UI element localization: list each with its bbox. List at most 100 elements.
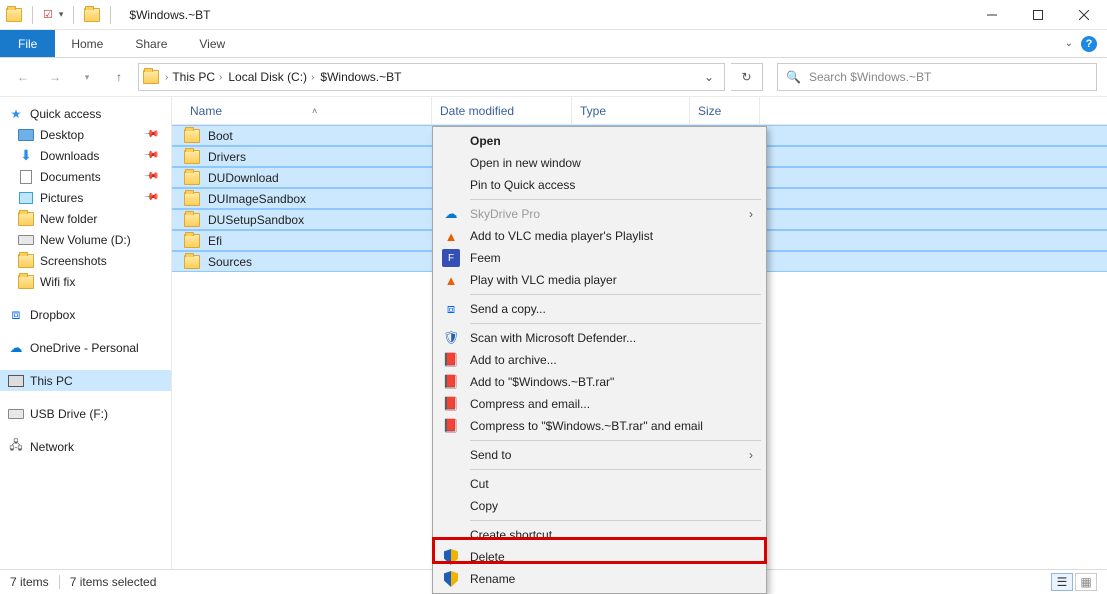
drive-icon	[18, 235, 34, 245]
sidebar-onedrive[interactable]: ☁OneDrive - Personal	[0, 337, 171, 358]
sidebar-dropbox[interactable]: ⧈Dropbox	[0, 304, 171, 325]
archive-icon: 📕	[442, 417, 460, 435]
minimize-button[interactable]	[969, 0, 1015, 30]
column-name[interactable]: Name˄	[182, 97, 432, 124]
cm-add-archive[interactable]: 📕Add to archive...	[436, 349, 763, 371]
sidebar-quick-access[interactable]: ★ Quick access	[0, 103, 171, 124]
tab-view[interactable]: View	[183, 30, 241, 57]
sidebar-wifi-fix[interactable]: Wifi fix	[0, 271, 171, 292]
search-placeholder: Search $Windows.~BT	[809, 70, 931, 84]
cm-vlc-add-playlist[interactable]: ▲Add to VLC media player's Playlist	[436, 225, 763, 247]
shield-icon	[442, 570, 460, 588]
file-tab[interactable]: File	[0, 30, 55, 57]
maximize-button[interactable]	[1015, 0, 1061, 30]
column-date[interactable]: Date modified	[432, 97, 572, 124]
pictures-icon	[19, 192, 33, 204]
shield-icon	[442, 548, 460, 566]
folder-icon	[184, 234, 200, 248]
cloud-icon: ☁	[442, 205, 460, 223]
recent-dropdown-icon[interactable]: ▾	[74, 64, 100, 90]
cm-skydrive-pro: ☁SkyDrive Pro›	[436, 203, 763, 225]
tab-share[interactable]: Share	[119, 30, 183, 57]
address-dropdown-icon[interactable]: ⌄	[698, 70, 720, 84]
ribbon-tabs: File Home Share View ⌄ ?	[0, 30, 1107, 58]
forward-button[interactable]: →	[42, 64, 68, 90]
archive-icon: 📕	[442, 395, 460, 413]
cm-open[interactable]: Open	[436, 130, 763, 152]
sidebar-desktop[interactable]: Desktop📌	[0, 124, 171, 145]
cm-send-copy[interactable]: ⧈Send a copy...	[436, 298, 763, 320]
help-icon[interactable]: ?	[1081, 36, 1097, 52]
folder-icon	[184, 213, 200, 227]
search-input[interactable]: 🔍 Search $Windows.~BT	[777, 63, 1097, 91]
cm-delete[interactable]: Delete	[436, 546, 763, 568]
qat-properties-icon[interactable]: ☑	[43, 8, 53, 21]
cm-open-new-window[interactable]: Open in new window	[436, 152, 763, 174]
star-icon: ★	[8, 106, 24, 122]
dropbox-icon: ⧈	[442, 300, 460, 318]
cm-defender-scan[interactable]: 🛡Scan with Microsoft Defender...	[436, 327, 763, 349]
folder-icon	[18, 254, 34, 268]
cm-feem[interactable]: FFeem	[436, 247, 763, 269]
sidebar-pictures[interactable]: Pictures📌	[0, 187, 171, 208]
vlc-icon: ▲	[442, 271, 460, 289]
back-button[interactable]: ←	[10, 64, 36, 90]
qat-dropdown-icon[interactable]: ▾	[59, 9, 64, 20]
sidebar-usb-drive[interactable]: USB Drive (F:)	[0, 403, 171, 424]
chevron-right-icon[interactable]: ›	[165, 72, 168, 83]
sidebar-screenshots[interactable]: Screenshots	[0, 250, 171, 271]
sidebar-new-volume[interactable]: New Volume (D:)	[0, 229, 171, 250]
document-icon	[20, 170, 32, 184]
column-size[interactable]: Size	[690, 97, 760, 124]
drive-icon	[8, 409, 24, 419]
sidebar-network[interactable]: 🖧Network	[0, 436, 171, 457]
submenu-arrow-icon: ›	[749, 448, 753, 462]
column-headers: Name˄ Date modified Type Size	[172, 97, 1107, 125]
sidebar-downloads[interactable]: ⬇Downloads📌	[0, 145, 171, 166]
folder-icon	[143, 70, 159, 84]
cm-cut[interactable]: Cut	[436, 473, 763, 495]
cm-vlc-play[interactable]: ▲Play with VLC media player	[436, 269, 763, 291]
window-title: $Windows.~BT	[129, 8, 210, 22]
cm-rename[interactable]: Rename	[436, 568, 763, 590]
cm-create-shortcut[interactable]: Create shortcut	[436, 524, 763, 546]
sidebar-documents[interactable]: Documents📌	[0, 166, 171, 187]
file-name: Drivers	[208, 150, 246, 164]
up-button[interactable]: ↑	[106, 64, 132, 90]
status-selected-count: 7 items selected	[70, 575, 157, 589]
file-name: Sources	[208, 255, 252, 269]
folder-icon	[18, 212, 34, 226]
cm-add-rar[interactable]: 📕Add to "$Windows.~BT.rar"	[436, 371, 763, 393]
view-details-button[interactable]: ☰	[1051, 573, 1073, 591]
ribbon-collapse-icon[interactable]: ⌄	[1065, 38, 1073, 49]
submenu-arrow-icon: ›	[749, 207, 753, 221]
close-button[interactable]	[1061, 0, 1107, 30]
column-type[interactable]: Type	[572, 97, 690, 124]
sidebar-this-pc[interactable]: This PC	[0, 370, 171, 391]
breadcrumb-current[interactable]: $Windows.~BT	[318, 70, 403, 84]
refresh-button[interactable]: ↻	[731, 63, 763, 91]
cm-copy[interactable]: Copy	[436, 495, 763, 517]
address-bar[interactable]: › This PC› Local Disk (C:)› $Windows.~BT…	[138, 63, 725, 91]
cm-send-to[interactable]: Send to›	[436, 444, 763, 466]
pin-icon: 📌	[142, 126, 159, 143]
breadcrumb-drive[interactable]: Local Disk (C:)›	[226, 70, 316, 84]
pin-icon: 📌	[142, 168, 159, 185]
archive-icon: 📕	[442, 373, 460, 391]
folder-icon	[184, 129, 200, 143]
sidebar-new-folder[interactable]: New folder	[0, 208, 171, 229]
desktop-icon	[18, 129, 34, 141]
tab-home[interactable]: Home	[55, 30, 119, 57]
pc-icon	[8, 375, 24, 387]
cm-compress-email[interactable]: 📕Compress and email...	[436, 393, 763, 415]
cm-compress-rar-email[interactable]: 📕Compress to "$Windows.~BT.rar" and emai…	[436, 415, 763, 437]
view-icons-button[interactable]: ▦	[1075, 573, 1097, 591]
pin-icon: 📌	[142, 147, 159, 164]
search-icon: 🔍	[786, 70, 801, 84]
cm-pin-quick-access[interactable]: Pin to Quick access	[436, 174, 763, 196]
defender-icon: 🛡	[442, 329, 460, 347]
folder-icon	[184, 255, 200, 269]
folder-icon	[184, 150, 200, 164]
file-name: DUImageSandbox	[208, 192, 306, 206]
breadcrumb-this-pc[interactable]: This PC›	[170, 70, 224, 84]
